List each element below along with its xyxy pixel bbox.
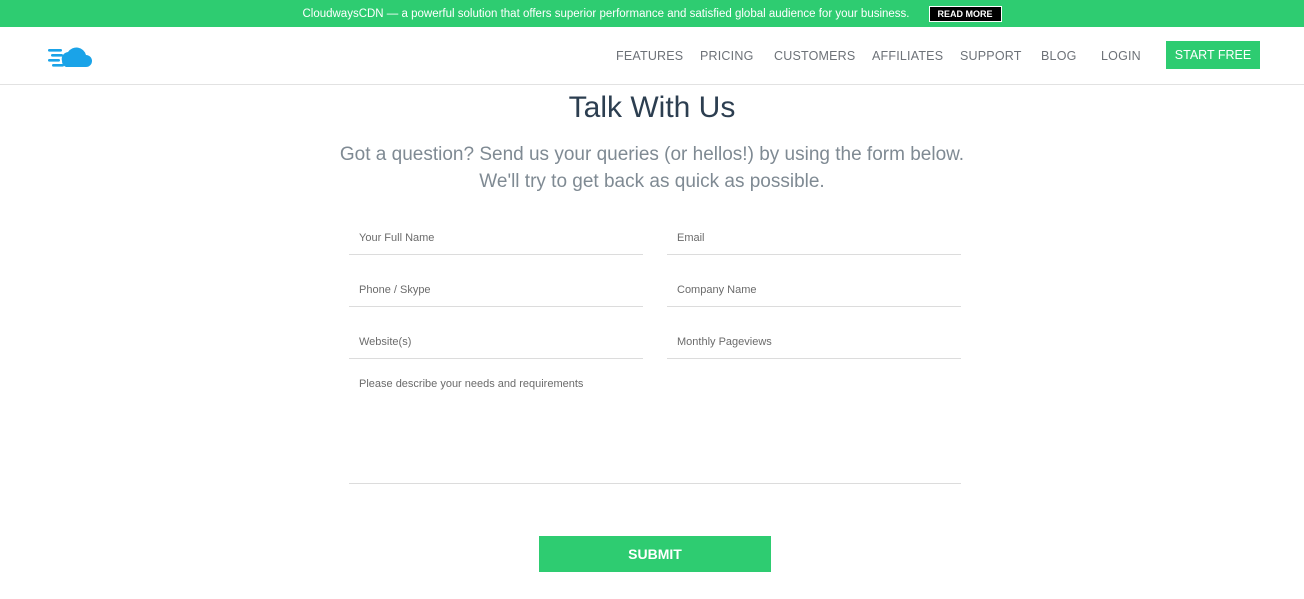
subtitle-line-1: Got a question? Send us your queries (or… — [339, 144, 965, 165]
phone-skype-input[interactable] — [349, 273, 643, 307]
promo-bar: CloudwaysCDN — a powerful solution that … — [0, 0, 1304, 27]
nav-support[interactable]: SUPPORT — [960, 49, 1022, 63]
nav-customers[interactable]: CUSTOMERS — [774, 49, 855, 63]
nav-affiliates[interactable]: AFFILIATES — [872, 49, 943, 63]
header: FEATURES PRICING CUSTOMERS AFFILIATES SU… — [0, 27, 1304, 85]
submit-button[interactable]: SUBMIT — [539, 536, 771, 572]
email-input[interactable] — [667, 221, 961, 255]
nav-login[interactable]: LOGIN — [1101, 49, 1141, 63]
nav-features[interactable]: FEATURES — [616, 49, 683, 63]
subtitle-line-2: We'll try to get back as quick as possib… — [479, 171, 825, 192]
start-free-button[interactable]: START FREE — [1166, 41, 1260, 69]
company-name-input[interactable] — [667, 273, 961, 307]
page-title: Talk With Us — [568, 91, 736, 124]
cloud-speed-icon[interactable] — [48, 45, 92, 69]
nav-blog[interactable]: BLOG — [1041, 49, 1077, 63]
read-more-button[interactable]: READ MORE — [928, 5, 1002, 22]
promo-text: CloudwaysCDN — a powerful solution that … — [302, 7, 910, 20]
website-input[interactable] — [349, 325, 643, 359]
nav-pricing[interactable]: PRICING — [700, 49, 754, 63]
full-name-input[interactable] — [349, 221, 643, 255]
requirements-textarea[interactable] — [349, 372, 961, 484]
monthly-pageviews-input[interactable] — [667, 325, 961, 359]
